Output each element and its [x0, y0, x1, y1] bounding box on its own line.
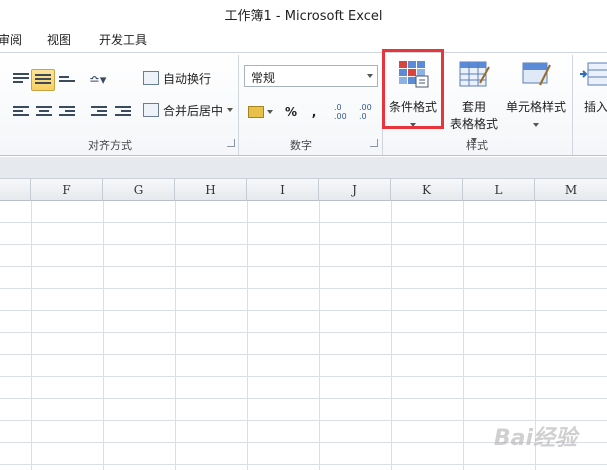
- wrap-text-button[interactable]: 自动换行: [142, 67, 232, 89]
- percent-label: %: [284, 105, 298, 119]
- column-header-g[interactable]: G: [103, 179, 175, 201]
- align-left-button[interactable]: [10, 101, 32, 123]
- number-launcher-icon[interactable]: [370, 139, 378, 147]
- currency-icon: [248, 106, 264, 118]
- chevron-down-icon: [367, 74, 373, 78]
- window-title: 工作簿1 - Microsoft Excel: [224, 9, 383, 24]
- insert-cells-icon: [580, 62, 607, 86]
- merge-center-button[interactable]: 合并后居中: [142, 99, 238, 121]
- ribbon: ≏▾ 自动换行 合并后居中 对齐方式 常规 % , .0 .00 .00 .0 …: [0, 52, 607, 156]
- insert-cells-button[interactable]: 插入: [578, 57, 607, 131]
- alignment-group-label: 对齐方式: [88, 139, 132, 152]
- comma-style-button[interactable]: ,: [305, 101, 323, 123]
- cell-styles-label: 单元格样式: [505, 100, 566, 114]
- chevron-down-icon: [533, 122, 539, 127]
- orientation-button[interactable]: ≏▾: [88, 69, 114, 91]
- number-group-label: 数字: [290, 139, 312, 152]
- title-bar: 工作簿1 - Microsoft Excel: [0, 0, 607, 26]
- decrease-decimal-button[interactable]: .00 .0: [358, 101, 380, 123]
- align-right-button[interactable]: [56, 101, 78, 123]
- percent-style-button[interactable]: %: [281, 101, 301, 123]
- alignment-launcher-icon[interactable]: [227, 139, 235, 147]
- top-align-button[interactable]: [10, 69, 32, 91]
- cell-styles-button[interactable]: 单元格样式: [504, 57, 568, 131]
- column-header-row: F G H I J K L M: [0, 179, 607, 201]
- chevron-down-icon: [267, 110, 273, 114]
- group-divider: [238, 55, 239, 155]
- format-as-table-label-line1: 套用: [461, 100, 486, 114]
- column-header-partial[interactable]: [0, 179, 31, 201]
- column-header-i[interactable]: I: [247, 179, 319, 201]
- tab-view[interactable]: 视图: [47, 31, 71, 48]
- merge-center-label: 合并后居中: [163, 103, 224, 118]
- decrease-decimal-label: .00 .0: [359, 103, 372, 121]
- highlight-box: [382, 49, 444, 129]
- align-right-icon: [59, 106, 75, 118]
- align-center-icon: [36, 106, 52, 118]
- top-align-icon: [13, 73, 29, 85]
- column-header-f[interactable]: F: [31, 179, 103, 201]
- tab-developer[interactable]: 开发工具: [99, 31, 147, 48]
- merge-center-icon: [143, 103, 159, 117]
- middle-align-icon: [35, 74, 51, 86]
- increase-decimal-label: .0 .00: [334, 103, 347, 121]
- column-header-h[interactable]: H: [175, 179, 247, 201]
- column-header-m[interactable]: M: [535, 179, 607, 201]
- middle-align-button[interactable]: [31, 69, 55, 91]
- bottom-align-button[interactable]: [56, 69, 78, 91]
- tab-review[interactable]: 审阅: [0, 31, 22, 48]
- chevron-down-icon[interactable]: [227, 108, 234, 112]
- watermark: Bai经验: [493, 426, 577, 451]
- bottom-align-icon: [59, 76, 75, 88]
- comma-label: ,: [311, 105, 317, 119]
- accounting-format-button[interactable]: [247, 101, 275, 123]
- column-header-l[interactable]: L: [463, 179, 535, 201]
- wrap-text-icon: [143, 71, 159, 85]
- align-center-button[interactable]: [33, 101, 55, 123]
- increase-decimal-button[interactable]: .0 .00: [333, 101, 355, 123]
- decrease-indent-icon: [91, 106, 107, 118]
- ribbon-tab-row: 审阅 视图 开发工具: [0, 26, 607, 52]
- group-divider: [572, 55, 573, 155]
- format-as-table-icon: [459, 61, 490, 87]
- format-as-table-label-line2: 表格格式: [449, 117, 498, 131]
- insert-cells-label: 插入: [584, 100, 607, 114]
- wrap-text-label: 自动换行: [163, 71, 212, 86]
- number-format-value: 常规: [251, 71, 276, 85]
- column-header-j[interactable]: J: [319, 179, 391, 201]
- decrease-indent-button[interactable]: [88, 101, 110, 123]
- cell-styles-icon: [522, 62, 551, 86]
- orientation-icon: ≏▾: [89, 72, 107, 88]
- format-as-table-button[interactable]: 套用 表格格式: [446, 57, 502, 142]
- number-format-select[interactable]: 常规: [244, 65, 378, 87]
- styles-group-label: 样式: [466, 139, 488, 152]
- increase-indent-button[interactable]: [112, 101, 134, 123]
- formula-bar-area: [0, 157, 607, 179]
- increase-indent-icon: [115, 106, 131, 118]
- column-header-k[interactable]: K: [391, 179, 463, 201]
- align-left-icon: [13, 106, 29, 118]
